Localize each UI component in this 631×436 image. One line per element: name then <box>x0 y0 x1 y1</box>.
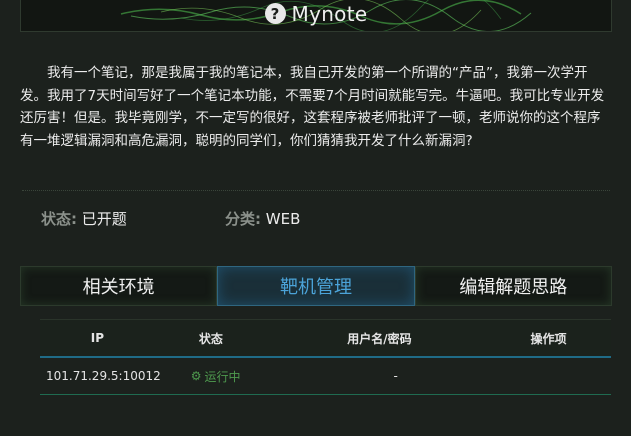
challenge-header: ? Mynote <box>20 0 612 32</box>
target-table: IP 状态 用户名/密码 操作项 101.71.29.5:10012 ⚙ 运行中… <box>40 319 611 395</box>
column-header-actions: 操作项 <box>530 331 567 346</box>
column-header-ip: IP <box>90 331 105 345</box>
category-value: WEB <box>265 210 301 228</box>
challenge-title: Mynote <box>291 1 368 26</box>
tab-environment[interactable]: 相关环境 <box>20 266 218 306</box>
question-circle-icon: ? <box>264 3 286 24</box>
category-label: 分类: <box>225 210 261 228</box>
table-row: 101.71.29.5:10012 ⚙ 运行中 - <box>40 358 611 395</box>
column-header-credentials: 用户名/密码 <box>347 331 412 346</box>
status-field: 状态: 已开题 <box>41 208 127 229</box>
tab-bar: 相关环境 靶机管理 编辑解题思路 <box>20 266 612 306</box>
divider <box>22 190 610 191</box>
column-header-status: 状态 <box>198 331 223 346</box>
gear-icon: ⚙ <box>190 369 202 383</box>
tab-target-management[interactable]: 靶机管理 <box>217 266 415 306</box>
table-header: IP 状态 用户名/密码 操作项 <box>40 319 611 358</box>
tab-edit-writeup[interactable]: 编辑解题思路 <box>414 266 612 306</box>
cell-credentials: - <box>393 369 398 383</box>
status-value: 已开题 <box>81 210 127 228</box>
category-field: 分类: WEB <box>225 208 300 229</box>
challenge-description: 我有一个笔记，那是我属于我的笔记本，我自己开发的第一个所谓的“产品”，我第一次学… <box>20 65 605 149</box>
status-text: 运行中 <box>204 369 241 384</box>
cell-ip: 101.71.29.5:10012 <box>46 369 161 383</box>
status-label: 状态: <box>41 210 77 228</box>
cell-status: ⚙ 运行中 <box>161 368 308 385</box>
